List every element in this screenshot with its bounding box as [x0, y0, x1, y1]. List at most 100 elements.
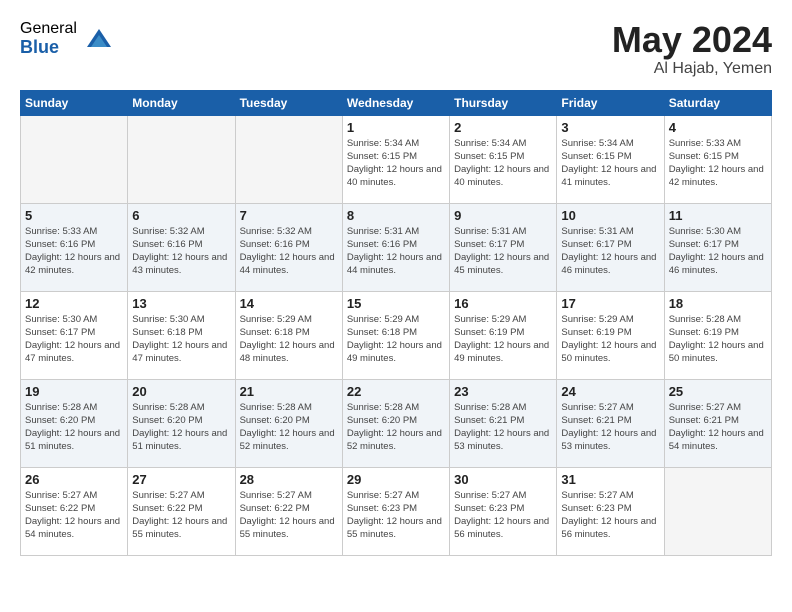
logo-icon — [85, 25, 113, 53]
day-number: 8 — [347, 208, 445, 223]
sun-info: Sunrise: 5:30 AMSunset: 6:18 PMDaylight:… — [132, 313, 230, 366]
day-number: 27 — [132, 472, 230, 487]
sun-info: Sunrise: 5:28 AMSunset: 6:21 PMDaylight:… — [454, 401, 552, 454]
logo-text: General Blue — [20, 20, 77, 57]
month-year: May 2024 — [612, 20, 772, 60]
table-row: 1 Sunrise: 5:34 AMSunset: 6:15 PMDaylight… — [342, 115, 449, 203]
title-block: May 2024 Al Hajab, Yemen — [612, 20, 772, 78]
day-number: 24 — [561, 384, 659, 399]
day-number: 20 — [132, 384, 230, 399]
day-number: 19 — [25, 384, 123, 399]
sun-info: Sunrise: 5:31 AMSunset: 6:17 PMDaylight:… — [454, 225, 552, 278]
day-number: 7 — [240, 208, 338, 223]
table-row: 11Sunrise: 5:30 AMSunset: 6:17 PMDayligh… — [664, 203, 771, 291]
sun-info: Sunrise: 5:32 AMSunset: 6:16 PMDaylight:… — [132, 225, 230, 278]
table-row: 4 Sunrise: 5:33 AMSunset: 6:15 PMDaylight… — [664, 115, 771, 203]
sun-info: Sunrise: 5:28 AMSunset: 6:20 PMDaylight:… — [132, 401, 230, 454]
table-row: 17Sunrise: 5:29 AMSunset: 6:19 PMDayligh… — [557, 291, 664, 379]
logo-general: General — [20, 20, 77, 38]
table-row: 8Sunrise: 5:31 AMSunset: 6:16 PMDaylight… — [342, 203, 449, 291]
table-row — [235, 115, 342, 203]
table-row: 10 Sunrise: 5:31 AMSunset: 6:17 PMDayligh… — [557, 203, 664, 291]
table-row — [664, 467, 771, 555]
location: Al Hajab, Yemen — [612, 60, 772, 78]
table-row: 6 Sunrise: 5:32 AMSunset: 6:16 PMDaylight… — [128, 203, 235, 291]
day-number: 10 — [561, 208, 659, 223]
table-row: 15 Sunrise: 5:29 AMSunset: 6:18 PMDayligh… — [342, 291, 449, 379]
day-number: 13 — [132, 296, 230, 311]
day-number: 6 — [132, 208, 230, 223]
sun-info: Sunrise: 5:28 AMSunset: 6:20 PMDaylight:… — [347, 401, 445, 454]
table-row: 31 Sunrise: 5:27 AMSunset: 6:23 PMDayligh… — [557, 467, 664, 555]
sun-info: Sunrise: 5:28 AMSunset: 6:20 PMDaylight:… — [240, 401, 338, 454]
table-row: 27 Sunrise: 5:27 AMSunset: 6:22 PMDayligh… — [128, 467, 235, 555]
table-row: 26 Sunrise: 5:27 AMSunset: 6:22 PMDayligh… — [21, 467, 128, 555]
calendar-week-row: 5Sunrise: 5:33 AMSunset: 6:16 PMDaylight… — [21, 203, 772, 291]
sun-info: Sunrise: 5:27 AMSunset: 6:23 PMDaylight:… — [454, 489, 552, 542]
day-number: 1 — [347, 120, 445, 135]
sun-info: Sunrise: 5:27 AMSunset: 6:23 PMDaylight:… — [561, 489, 659, 542]
table-row: 24 Sunrise: 5:27 AMSunset: 6:21 PMDayligh… — [557, 379, 664, 467]
col-friday: Friday — [557, 90, 664, 115]
sun-info: Sunrise: 5:31 AMSunset: 6:17 PMDaylight:… — [561, 225, 659, 278]
day-number: 25 — [669, 384, 767, 399]
sun-info: Sunrise: 5:34 AMSunset: 6:15 PMDaylight:… — [561, 137, 659, 190]
sun-info: Sunrise: 5:27 AMSunset: 6:21 PMDaylight:… — [561, 401, 659, 454]
day-number: 11 — [669, 208, 767, 223]
sun-info: Sunrise: 5:32 AMSunset: 6:16 PMDaylight:… — [240, 225, 338, 278]
sun-info: Sunrise: 5:27 AMSunset: 6:23 PMDaylight:… — [347, 489, 445, 542]
table-row — [21, 115, 128, 203]
calendar-week-row: 26 Sunrise: 5:27 AMSunset: 6:22 PMDayligh… — [21, 467, 772, 555]
sun-info: Sunrise: 5:27 AMSunset: 6:22 PMDaylight:… — [25, 489, 123, 542]
sun-info: Sunrise: 5:29 AMSunset: 6:19 PMDaylight:… — [561, 313, 659, 366]
table-row: 13 Sunrise: 5:30 AMSunset: 6:18 PMDayligh… — [128, 291, 235, 379]
sun-info: Sunrise: 5:34 AMSunset: 6:15 PMDaylight:… — [454, 137, 552, 190]
sun-info: Sunrise: 5:29 AMSunset: 6:18 PMDaylight:… — [347, 313, 445, 366]
sun-info: Sunrise: 5:27 AMSunset: 6:22 PMDaylight:… — [132, 489, 230, 542]
calendar-week-row: 19 Sunrise: 5:28 AMSunset: 6:20 PMDayligh… — [21, 379, 772, 467]
table-row: 16 Sunrise: 5:29 AMSunset: 6:19 PMDayligh… — [450, 291, 557, 379]
calendar-week-row: 12Sunrise: 5:30 AMSunset: 6:17 PMDayligh… — [21, 291, 772, 379]
table-row: 7 Sunrise: 5:32 AMSunset: 6:16 PMDaylight… — [235, 203, 342, 291]
calendar-header-row: Sunday Monday Tuesday Wednesday Thursday… — [21, 90, 772, 115]
col-tuesday: Tuesday — [235, 90, 342, 115]
table-row: 20 Sunrise: 5:28 AMSunset: 6:20 PMDayligh… — [128, 379, 235, 467]
day-number: 28 — [240, 472, 338, 487]
day-number: 21 — [240, 384, 338, 399]
day-number: 15 — [347, 296, 445, 311]
day-number: 5 — [25, 208, 123, 223]
table-row: 21 Sunrise: 5:28 AMSunset: 6:20 PMDayligh… — [235, 379, 342, 467]
calendar-table: Sunday Monday Tuesday Wednesday Thursday… — [20, 90, 772, 556]
sun-info: Sunrise: 5:28 AMSunset: 6:20 PMDaylight:… — [25, 401, 123, 454]
day-number: 14 — [240, 296, 338, 311]
day-number: 26 — [25, 472, 123, 487]
table-row: 14 Sunrise: 5:29 AMSunset: 6:18 PMDayligh… — [235, 291, 342, 379]
sun-info: Sunrise: 5:29 AMSunset: 6:19 PMDaylight:… — [454, 313, 552, 366]
sun-info: Sunrise: 5:27 AMSunset: 6:21 PMDaylight:… — [669, 401, 767, 454]
sun-info: Sunrise: 5:29 AMSunset: 6:18 PMDaylight:… — [240, 313, 338, 366]
day-number: 29 — [347, 472, 445, 487]
sun-info: Sunrise: 5:34 AMSunset: 6:15 PMDaylight:… — [347, 137, 445, 190]
table-row: 25 Sunrise: 5:27 AMSunset: 6:21 PMDayligh… — [664, 379, 771, 467]
day-number: 2 — [454, 120, 552, 135]
table-row: 18 Sunrise: 5:28 AMSunset: 6:19 PMDayligh… — [664, 291, 771, 379]
logo: General Blue — [20, 20, 113, 57]
sun-info: Sunrise: 5:28 AMSunset: 6:19 PMDaylight:… — [669, 313, 767, 366]
table-row: 28 Sunrise: 5:27 AMSunset: 6:22 PMDayligh… — [235, 467, 342, 555]
day-number: 16 — [454, 296, 552, 311]
sun-info: Sunrise: 5:33 AMSunset: 6:15 PMDaylight:… — [669, 137, 767, 190]
day-number: 31 — [561, 472, 659, 487]
col-sunday: Sunday — [21, 90, 128, 115]
table-row: 23 Sunrise: 5:28 AMSunset: 6:21 PMDayligh… — [450, 379, 557, 467]
calendar-week-row: 1 Sunrise: 5:34 AMSunset: 6:15 PMDaylight… — [21, 115, 772, 203]
sun-info: Sunrise: 5:27 AMSunset: 6:22 PMDaylight:… — [240, 489, 338, 542]
table-row: 19 Sunrise: 5:28 AMSunset: 6:20 PMDayligh… — [21, 379, 128, 467]
day-number: 4 — [669, 120, 767, 135]
day-number: 23 — [454, 384, 552, 399]
col-monday: Monday — [128, 90, 235, 115]
day-number: 12 — [25, 296, 123, 311]
day-number: 22 — [347, 384, 445, 399]
table-row: 29 Sunrise: 5:27 AMSunset: 6:23 PMDayligh… — [342, 467, 449, 555]
day-number: 18 — [669, 296, 767, 311]
table-row: 22 Sunrise: 5:28 AMSunset: 6:20 PMDayligh… — [342, 379, 449, 467]
